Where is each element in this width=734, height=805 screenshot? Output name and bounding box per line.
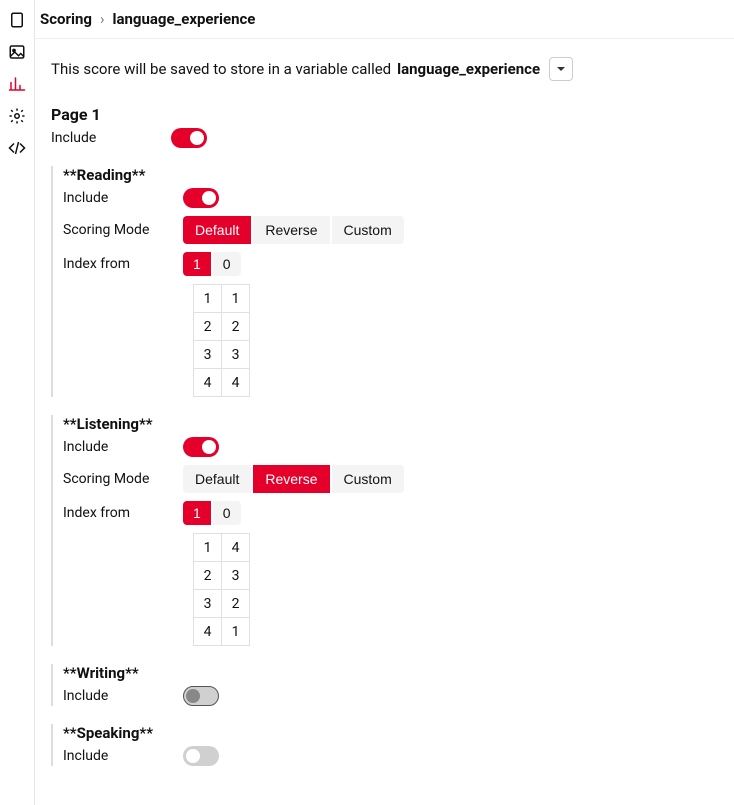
intro-text: This score will be saved to store in a v…: [51, 57, 718, 81]
page-include-toggle[interactable]: [171, 128, 207, 148]
section-include-toggle[interactable]: [183, 437, 219, 457]
scoring-mode-label: Scoring Mode: [63, 222, 183, 238]
section-include-row: Include: [63, 437, 718, 457]
index-from-option[interactable]: 0: [213, 501, 241, 525]
sidebar-code-icon[interactable]: [7, 138, 27, 158]
sidebar-settings-icon[interactable]: [7, 106, 27, 126]
table-cell: 1: [222, 618, 250, 646]
table-cell: 3: [222, 341, 250, 369]
breadcrumb-root[interactable]: Scoring: [40, 10, 92, 28]
table-cell: 1: [194, 285, 222, 313]
table-cell: 2: [222, 590, 250, 618]
include-label: Include: [51, 130, 171, 146]
table-row: 44: [194, 369, 250, 397]
section-block: **Writing** Include: [51, 664, 718, 706]
page-title: Page 1: [51, 105, 718, 124]
content-area: This score will be saved to store in a v…: [35, 39, 734, 792]
section-block: **Listening** Include Scoring ModeDefaultR…: [51, 415, 718, 646]
scoring-mode-option[interactable]: Reverse: [253, 465, 329, 493]
sidebar: [0, 0, 35, 805]
index-from-option[interactable]: 1: [183, 501, 211, 525]
include-label: Include: [63, 190, 183, 206]
index-from-row: Index from10: [63, 252, 718, 276]
scoring-mode-segmented: DefaultReverseCustom: [183, 216, 404, 244]
table-cell: 3: [222, 562, 250, 590]
value-table: 11223344: [193, 284, 250, 397]
table-row: 41: [194, 618, 250, 646]
intro-prefix: This score will be saved to store in a v…: [51, 60, 391, 78]
index-from-option[interactable]: 0: [213, 252, 241, 276]
index-from-label: Index from: [63, 256, 183, 272]
page-include-row: Include: [51, 128, 718, 148]
scoring-mode-option[interactable]: Default: [183, 465, 251, 493]
sidebar-image-icon[interactable]: [7, 42, 27, 62]
scoring-mode-label: Scoring Mode: [63, 471, 183, 487]
include-label: Include: [63, 688, 183, 704]
section-include-row: Include: [63, 746, 718, 766]
page-block: Page 1 Include **Reading** Include Scoring…: [51, 105, 718, 766]
table-cell: 1: [194, 534, 222, 562]
table-cell: 3: [194, 590, 222, 618]
table-cell: 4: [222, 369, 250, 397]
include-label: Include: [63, 748, 183, 764]
index-from-segmented: 10: [183, 252, 241, 276]
sidebar-chart-icon[interactable]: [7, 74, 27, 94]
table-row: 22: [194, 313, 250, 341]
scoring-mode-row: Scoring ModeDefaultReverseCustom: [63, 216, 718, 244]
section-block: **Speaking** Include: [51, 724, 718, 766]
scoring-mode-option[interactable]: Reverse: [253, 216, 329, 244]
table-row: 33: [194, 341, 250, 369]
intro-varname: language_experience: [397, 60, 540, 78]
table-row: 11: [194, 285, 250, 313]
index-from-row: Index from10: [63, 501, 718, 525]
index-from-option[interactable]: 1: [183, 252, 211, 276]
scoring-mode-option[interactable]: Custom: [332, 216, 404, 244]
table-row: 14: [194, 534, 250, 562]
main-panel: Scoring › language_experience This score…: [35, 0, 734, 805]
table-cell: 4: [222, 534, 250, 562]
table-cell: 4: [194, 369, 222, 397]
section-title: **Reading**: [63, 166, 718, 184]
table-cell: 4: [194, 618, 222, 646]
table-cell: 3: [194, 341, 222, 369]
index-from-label: Index from: [63, 505, 183, 521]
index-from-segmented: 10: [183, 501, 241, 525]
section-include-toggle[interactable]: [183, 746, 219, 766]
table-row: 32: [194, 590, 250, 618]
section-title: **Speaking**: [63, 724, 718, 742]
breadcrumb-page: language_experience: [112, 10, 255, 28]
section-block: **Reading** Include Scoring ModeDefaultRev…: [51, 166, 718, 397]
scoring-mode-option[interactable]: Custom: [332, 465, 404, 493]
chevron-right-icon: ›: [100, 10, 105, 28]
breadcrumb: Scoring › language_experience: [35, 0, 734, 39]
table-cell: 2: [194, 562, 222, 590]
scoring-mode-segmented: DefaultReverseCustom: [183, 465, 404, 493]
section-include-toggle[interactable]: [183, 686, 219, 706]
scoring-mode-option[interactable]: Default: [183, 216, 251, 244]
value-table: 14233241: [193, 533, 250, 646]
varname-dropdown-button[interactable]: [549, 57, 573, 81]
table-cell: 2: [194, 313, 222, 341]
table-cell: 2: [222, 313, 250, 341]
section-include-row: Include: [63, 188, 718, 208]
section-include-toggle[interactable]: [183, 188, 219, 208]
scoring-mode-row: Scoring ModeDefaultReverseCustom: [63, 465, 718, 493]
section-include-row: Include: [63, 686, 718, 706]
table-cell: 1: [222, 285, 250, 313]
section-title: **Writing**: [63, 664, 718, 682]
section-title: **Listening**: [63, 415, 718, 433]
sidebar-tablet-icon[interactable]: [7, 10, 27, 30]
table-row: 23: [194, 562, 250, 590]
include-label: Include: [63, 439, 183, 455]
